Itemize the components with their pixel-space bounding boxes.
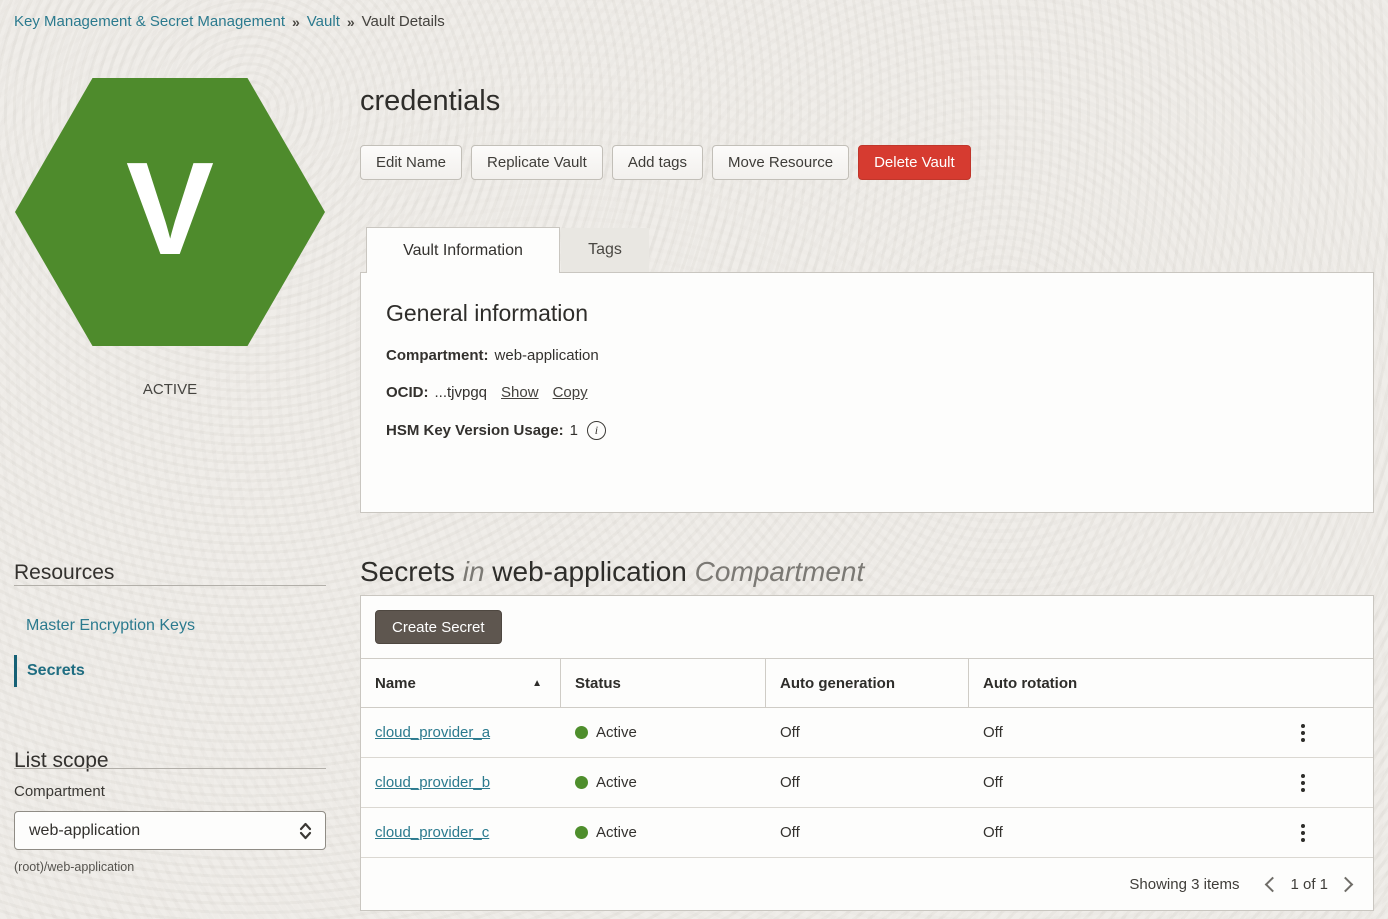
- auto-generation-value: Off: [766, 808, 969, 857]
- secrets-heading-compartment: web-application: [492, 556, 687, 587]
- chevron-right-icon[interactable]: [1338, 876, 1354, 892]
- create-secret-button[interactable]: Create Secret: [375, 610, 502, 644]
- move-resource-button[interactable]: Move Resource: [712, 145, 849, 180]
- column-header-auto-generation[interactable]: Auto generation: [766, 659, 969, 707]
- tab-vault-information[interactable]: Vault Information: [366, 227, 560, 273]
- replicate-vault-button[interactable]: Replicate Vault: [471, 145, 603, 180]
- list-scope-heading: List scope: [14, 749, 109, 773]
- compartment-select[interactable]: web-application: [14, 811, 326, 850]
- vault-actions-toolbar: Edit Name Replicate Vault Add tags Move …: [360, 145, 971, 180]
- status-text: Active: [596, 724, 637, 741]
- secret-link[interactable]: cloud_provider_a: [375, 724, 490, 741]
- secret-link[interactable]: cloud_provider_b: [375, 774, 490, 791]
- column-header-auto-rotation[interactable]: Auto rotation: [969, 659, 1219, 707]
- pagination: 1 of 1: [1267, 876, 1351, 893]
- ocid-label: OCID:: [386, 384, 429, 401]
- table-footer: Showing 3 items 1 of 1: [361, 858, 1373, 910]
- vault-hexagon-icon: V: [15, 78, 325, 346]
- table-row: cloud_provider_b Active Off Off: [361, 758, 1373, 808]
- resources-divider: [14, 585, 326, 586]
- secrets-heading-scope: Compartment: [695, 556, 865, 587]
- items-count-summary: Showing 3 items: [1129, 876, 1239, 893]
- ocid-info-row: OCID: ...tjvpgq Show Copy: [386, 384, 1348, 401]
- compartment-path: (root)/web-application: [14, 860, 134, 874]
- table-row: cloud_provider_a Active Off Off: [361, 708, 1373, 758]
- general-information-heading: General information: [386, 300, 1348, 327]
- sidebar-item-master-encryption-keys[interactable]: Master Encryption Keys: [26, 617, 195, 635]
- status-active-icon: [575, 776, 588, 789]
- delete-vault-button[interactable]: Delete Vault: [858, 145, 971, 180]
- compartment-info-row: Compartment: web-application: [386, 347, 1348, 364]
- hsm-usage-label: HSM Key Version Usage:: [386, 422, 564, 439]
- status-text: Active: [596, 774, 637, 791]
- breadcrumb-vault-details: Vault Details: [362, 13, 445, 30]
- breadcrumb: Key Management & Secret Management » Vau…: [14, 13, 445, 30]
- hsm-usage-row: HSM Key Version Usage: 1 i: [386, 421, 1348, 440]
- breadcrumb-key-management[interactable]: Key Management & Secret Management: [14, 13, 285, 30]
- ocid-copy-link[interactable]: Copy: [553, 384, 588, 401]
- breadcrumb-separator: »: [347, 14, 355, 30]
- table-row: cloud_provider_c Active Off Off: [361, 808, 1373, 858]
- ocid-show-link[interactable]: Show: [501, 384, 539, 401]
- secrets-panel: Create Secret Name ▲ Status Auto generat…: [360, 595, 1374, 911]
- column-header-actions: [1219, 659, 1373, 707]
- info-icon[interactable]: i: [587, 421, 606, 440]
- kebab-menu-icon[interactable]: [1295, 718, 1311, 748]
- vault-status-label: ACTIVE: [15, 381, 325, 398]
- auto-generation-value: Off: [766, 708, 969, 757]
- breadcrumb-separator: »: [292, 14, 300, 30]
- auto-rotation-value: Off: [969, 758, 1219, 807]
- status-active-icon: [575, 826, 588, 839]
- column-header-name-label: Name: [375, 675, 416, 692]
- compartment-info-label: Compartment:: [386, 347, 489, 364]
- edit-name-button[interactable]: Edit Name: [360, 145, 462, 180]
- sort-ascending-icon: ▲: [532, 678, 542, 689]
- hsm-usage-value: 1: [570, 422, 578, 439]
- secrets-heading-connector: in: [463, 556, 485, 587]
- list-scope-divider: [14, 768, 326, 769]
- kebab-menu-icon[interactable]: [1295, 818, 1311, 848]
- vault-information-panel: General information Compartment: web-app…: [360, 272, 1374, 513]
- compartment-select-value: web-application: [29, 822, 140, 840]
- compartment-info-value: web-application: [495, 347, 599, 364]
- status-active-icon: [575, 726, 588, 739]
- add-tags-button[interactable]: Add tags: [612, 145, 703, 180]
- breadcrumb-vault[interactable]: Vault: [307, 13, 340, 30]
- sidebar-item-secrets[interactable]: Secrets: [14, 655, 85, 687]
- auto-generation-value: Off: [766, 758, 969, 807]
- status-text: Active: [596, 824, 637, 841]
- secrets-section-heading: Secrets in web-application Compartment: [360, 556, 864, 588]
- secret-link[interactable]: cloud_provider_c: [375, 824, 489, 841]
- kebab-menu-icon[interactable]: [1295, 768, 1311, 798]
- page-indicator: 1 of 1: [1290, 876, 1328, 893]
- compartment-label: Compartment: [14, 783, 105, 800]
- chevron-left-icon[interactable]: [1265, 876, 1281, 892]
- vault-avatar-letter: V: [126, 143, 214, 275]
- tab-tags[interactable]: Tags: [561, 228, 649, 272]
- column-header-name[interactable]: Name ▲: [361, 659, 561, 707]
- page-title: credentials: [360, 85, 500, 118]
- auto-rotation-value: Off: [969, 808, 1219, 857]
- select-updown-chevrons-icon: [298, 821, 313, 841]
- ocid-value: ...tjvpgq: [435, 384, 488, 401]
- secrets-table-header: Name ▲ Status Auto generation Auto rotat…: [361, 658, 1373, 708]
- column-header-status[interactable]: Status: [561, 659, 766, 707]
- secrets-heading-entity: Secrets: [360, 556, 455, 587]
- resources-heading: Resources: [14, 561, 114, 585]
- auto-rotation-value: Off: [969, 708, 1219, 757]
